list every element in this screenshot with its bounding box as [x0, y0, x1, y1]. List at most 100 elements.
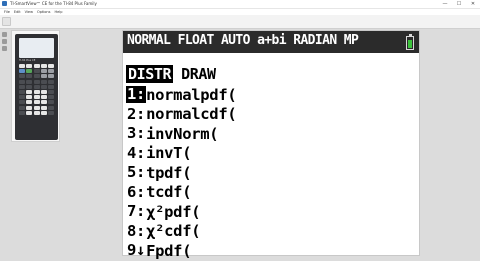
key[interactable]: [33, 74, 40, 79]
menu-item-normalcdf[interactable]: 2: normalcdf(: [126, 105, 416, 125]
key[interactable]: [48, 84, 55, 89]
key[interactable]: [40, 110, 47, 115]
keypad-mini-screen: [19, 38, 54, 58]
key[interactable]: [40, 95, 47, 100]
menu-item-number: 6:: [127, 182, 146, 201]
key[interactable]: [19, 69, 25, 74]
maximize-button[interactable]: ☐: [452, 0, 466, 8]
menu-item-invnorm[interactable]: 3: invNorm(: [126, 124, 416, 144]
key[interactable]: [33, 64, 40, 68]
app-icon: [2, 1, 7, 6]
key[interactable]: [40, 105, 47, 110]
menu-item-number: 8:: [127, 221, 146, 240]
key[interactable]: [48, 110, 55, 115]
keypad-brand: TI-84 Plus CE: [19, 59, 36, 62]
screen-capture-icon[interactable]: [2, 39, 7, 44]
menu-item-label: tpdf(: [146, 163, 192, 182]
menu-item-label: invT(: [146, 144, 192, 163]
key[interactable]: [33, 69, 40, 74]
menu-item-number: 4:: [127, 143, 146, 162]
key[interactable]: [26, 79, 33, 84]
key[interactable]: [19, 79, 25, 84]
tab-draw[interactable]: DRAW: [179, 65, 218, 83]
key[interactable]: [40, 74, 47, 79]
key[interactable]: [26, 95, 33, 100]
key[interactable]: [33, 84, 40, 89]
key[interactable]: [48, 100, 55, 105]
key[interactable]: [19, 89, 25, 94]
menu-item-label: Fpdf(: [146, 241, 192, 260]
close-button[interactable]: ✕: [466, 0, 480, 8]
menu-item-number: 3:: [127, 124, 146, 143]
title-bar: TI-SmartView™ CE for the TI-84 Plus Fami…: [0, 0, 480, 9]
calculator-view-icon[interactable]: [2, 17, 11, 26]
menu-item-label: χ²cdf(: [146, 222, 201, 241]
toolbar: [0, 15, 480, 29]
menu-item-invt[interactable]: 4: invT(: [126, 144, 416, 164]
key[interactable]: [33, 110, 40, 115]
menu-item-label: tcdf(: [146, 183, 192, 202]
emulator-keypad-panel: TI-84 Plus CE: [11, 30, 60, 142]
key[interactable]: [48, 74, 55, 79]
calculator-keypad: TI-84 Plus CE: [15, 34, 58, 140]
key[interactable]: [48, 105, 55, 110]
menu-item-normalpdf[interactable]: 1: normalpdf(: [126, 85, 416, 105]
battery-icon: [406, 34, 414, 50]
tab-distr[interactable]: DISTR: [126, 65, 174, 83]
menu-item-tcdf[interactable]: 6: tcdf(: [126, 183, 416, 203]
menu-item-number: 9↓: [127, 241, 146, 260]
menu-item-number: 7:: [127, 202, 146, 221]
keypad-keys: [19, 64, 55, 115]
window-title: TI-SmartView™ CE for the TI-84 Plus Fami…: [10, 1, 97, 6]
menu-item-number: 1:: [126, 85, 147, 104]
menu-item-tpdf[interactable]: 5: tpdf(: [126, 163, 416, 183]
key[interactable]: [48, 79, 55, 84]
key[interactable]: [48, 69, 55, 74]
key[interactable]: [19, 95, 25, 100]
left-icon-strip: [2, 32, 8, 62]
key[interactable]: [26, 110, 33, 115]
menu-item-number: 2:: [127, 104, 146, 123]
key[interactable]: [26, 105, 33, 110]
key[interactable]: [48, 95, 55, 100]
key[interactable]: [40, 84, 47, 89]
key[interactable]: [40, 89, 47, 94]
key[interactable]: [33, 95, 40, 100]
key[interactable]: [19, 110, 25, 115]
menu-item-number: 5:: [127, 163, 146, 182]
keypad-icon[interactable]: [2, 32, 7, 37]
menu-tabs: DISTR DRAW: [126, 65, 218, 83]
menu-item-fpdf[interactable]: 9↓ Fpdf(: [126, 241, 416, 261]
menu-item-label: normalpdf(: [146, 85, 237, 104]
key[interactable]: [48, 64, 55, 68]
key[interactable]: [40, 64, 47, 68]
key[interactable]: [33, 79, 40, 84]
menu-item-chi2pdf[interactable]: 7: χ²pdf(: [126, 202, 416, 222]
key[interactable]: [26, 100, 33, 105]
key[interactable]: [19, 84, 25, 89]
key[interactable]: [19, 105, 25, 110]
key[interactable]: [26, 69, 33, 74]
key[interactable]: [40, 100, 47, 105]
window-controls: — ☐ ✕: [438, 0, 480, 8]
key[interactable]: [26, 84, 33, 89]
key[interactable]: [19, 100, 25, 105]
mode-status: NORMAL FLOAT AUTO a+bi RADIAN MP: [127, 33, 359, 48]
key[interactable]: [40, 79, 47, 84]
key[interactable]: [26, 64, 33, 68]
menu-item-label: χ²pdf(: [146, 202, 201, 221]
status-bar: NORMAL FLOAT AUTO a+bi RADIAN MP: [123, 31, 419, 53]
menu-item-chi2cdf[interactable]: 8: χ²cdf(: [126, 222, 416, 242]
key[interactable]: [48, 89, 55, 94]
calculator-screen[interactable]: NORMAL FLOAT AUTO a+bi RADIAN MP DISTR D…: [122, 30, 420, 260]
minimize-button[interactable]: —: [438, 0, 452, 8]
key[interactable]: [26, 74, 33, 79]
file-icon[interactable]: [2, 46, 7, 51]
key[interactable]: [19, 74, 25, 79]
key[interactable]: [33, 100, 40, 105]
key[interactable]: [33, 89, 40, 94]
key[interactable]: [33, 105, 40, 110]
key[interactable]: [19, 64, 25, 68]
key[interactable]: [26, 89, 33, 94]
key[interactable]: [40, 69, 47, 74]
